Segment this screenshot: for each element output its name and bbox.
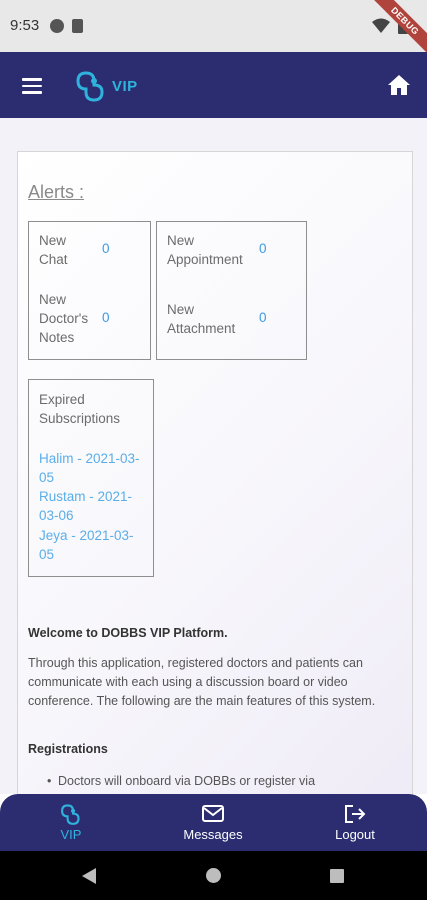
system-navigation-bar <box>0 851 427 900</box>
nav-vip-label: VIP <box>60 827 82 842</box>
expired-subscription-item[interactable]: Rustam - 2021- 03-06 <box>39 487 132 525</box>
status-time: 9:53 <box>10 17 40 34</box>
alerts-title: Alerts : <box>28 182 85 202</box>
expired-subscription-item[interactable]: Jeya - 2021-03- 05 <box>39 526 134 564</box>
sd-card-icon <box>72 19 83 33</box>
new-appointment-count[interactable]: 0 <box>259 241 267 256</box>
new-chat-label: New Chat <box>39 233 68 267</box>
bottom-navigation: VIP Messages Logout <box>0 794 427 851</box>
logo-text: VIP <box>112 78 138 95</box>
recent-apps-icon[interactable] <box>330 869 344 883</box>
expired-subscription-item[interactable]: Halim - 2021-03- 05 <box>39 449 140 487</box>
nav-logout-label: Logout <box>335 827 375 842</box>
logo-mark-icon <box>76 71 104 102</box>
new-notes-count[interactable]: 0 <box>102 310 110 325</box>
notification-icon <box>50 19 64 33</box>
new-attachment-label: New Attachment <box>167 302 236 336</box>
welcome-text: Through this application, registered doc… <box>28 656 376 708</box>
back-icon[interactable] <box>82 868 96 884</box>
expired-subscriptions-box: Expired Subscriptions Halim - 2021-03- 0… <box>28 379 154 577</box>
registrations-title: Registrations <box>28 742 108 756</box>
new-appointment-label: New Appointment <box>167 233 243 267</box>
app-logo: VIP <box>72 70 140 104</box>
home-button-icon[interactable] <box>206 868 221 883</box>
nav-messages[interactable]: Messages <box>142 794 284 851</box>
nav-vip[interactable]: VIP <box>0 794 142 851</box>
wifi-icon <box>372 18 390 33</box>
app-bar: VIP <box>0 52 427 118</box>
menu-icon[interactable] <box>22 78 42 94</box>
expired-subscriptions-label: Expired Subscriptions <box>39 392 121 426</box>
registrations-list-item: Doctors will onboard via DOBBs or regist… <box>47 772 398 791</box>
new-attachment-count[interactable]: 0 <box>259 310 267 325</box>
mail-icon <box>202 805 224 822</box>
dashboard-card: Alerts : New Chat 0 New Doctor's Notes 0… <box>17 151 413 794</box>
home-icon[interactable] <box>387 74 411 96</box>
chat-notes-box: New Chat 0 New Doctor's Notes 0 <box>28 221 151 360</box>
nav-logout[interactable]: Logout <box>284 794 426 851</box>
welcome-title: Welcome to DOBBS VIP Platform. <box>28 626 228 640</box>
status-bar: 9:53 DEBUG <box>0 0 427 52</box>
new-notes-label: New Doctor's Notes <box>39 292 89 345</box>
main-content[interactable]: Alerts : New Chat 0 New Doctor's Notes 0… <box>0 118 427 794</box>
appointment-attachment-box: New Appointment 0 New Attachment 0 <box>156 221 307 360</box>
new-chat-count[interactable]: 0 <box>102 241 110 256</box>
nav-messages-label: Messages <box>183 827 243 842</box>
logout-icon <box>345 805 366 823</box>
vip-logo-icon <box>61 804 80 825</box>
